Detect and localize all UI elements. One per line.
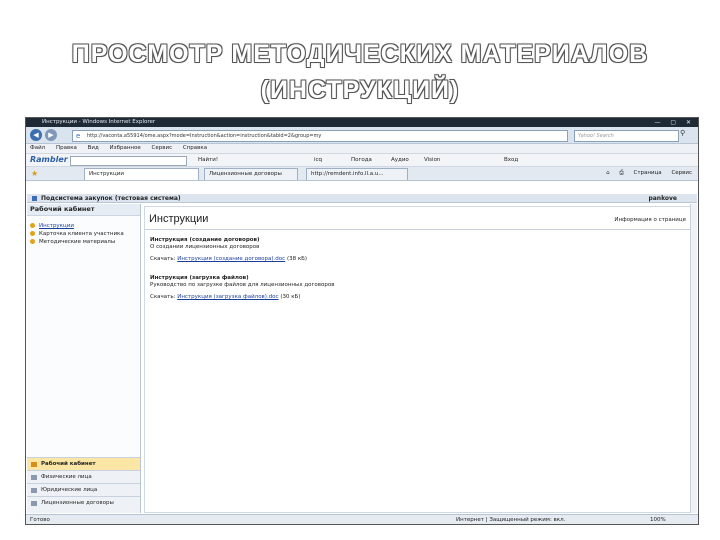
command-bar: ⌂ ⎙ Страница Сервис [598,167,692,180]
window-controls[interactable]: — ▢ ✕ [654,118,695,127]
info-icon [30,223,35,228]
sidebar-bottom-legal-entities[interactable]: Юридические лица [27,483,140,496]
system-title: Подсистема закупок (тестовая система) [41,195,181,202]
system-icon [32,196,37,201]
person-icon [31,475,37,480]
rambler-weather-button[interactable]: Погода [351,154,372,166]
building-icon [31,488,37,493]
slide-title-line2: (ИНСТРУКЦИЙ) [260,76,460,104]
scrollbar[interactable] [690,204,697,513]
home-icon[interactable]: ⌂ [606,170,610,176]
page-menu[interactable]: Страница [633,170,661,176]
sidebar-bottom-contracts[interactable]: Лицензионные договоры [27,496,140,513]
rambler-logo: Rambler [30,155,68,164]
download-row: Скачать: Инструкция (создание договора).… [150,256,307,263]
menu-edit[interactable]: Правка [56,145,77,151]
file-size: (30 кБ) [280,294,301,300]
instruction-entry: Инструкция (загрузка файлов) Руководство… [150,275,335,301]
sidebar-item-label: Карточка клиента участника [39,231,124,237]
menu-file[interactable]: Файл [30,145,45,151]
entry-heading: Инструкция (загрузка файлов) [150,275,249,281]
search-icon[interactable]: ⚲ [680,129,685,137]
rambler-toolbar: Rambler Найти! icq Погода Аудио Vision В… [26,154,698,167]
page-info-link[interactable]: Информация о странице [614,217,686,223]
download-row: Скачать: Инструкция (загрузка файлов).do… [150,294,335,301]
browser-window: Инструкции - Windows Internet Explorer —… [25,117,699,525]
tab-instructions[interactable]: Инструкции [84,168,199,180]
tab-license-contracts[interactable]: Лицензионные договоры [204,168,298,180]
address-row: ◀ ▶ e http://vaconta.a55914/ome.aspx?mod… [26,127,698,144]
ie-icon: e [76,132,81,140]
zoom-level[interactable]: 100% [650,515,666,524]
status-bar: Готово Интернет | Защищенный режим: вкл.… [26,514,698,524]
menu-help[interactable]: Справка [183,145,207,151]
rambler-vision-button[interactable]: Vision [424,154,440,166]
download-link[interactable]: Инструкция (загрузка файлов).doc [177,294,278,300]
menu-favorites[interactable]: Избранное [110,145,141,151]
rambler-find-button[interactable]: Найти! [198,154,218,166]
user-name[interactable]: pankove [648,194,677,203]
print-icon[interactable]: ⎙ [619,170,623,176]
page-title: Инструкции [149,213,209,225]
entry-description: О создании лицензионных договоров [150,244,260,250]
sidebar-item-materials[interactable]: Методические материалы [27,238,140,246]
entry-heading: Инструкция (создание договоров) [150,237,260,243]
sidebar: Рабочий кабинет Инструкции Карточка клие… [27,204,141,513]
tab-remdent[interactable]: http://remdent.info.ll.a.u... [306,168,408,180]
back-icon[interactable]: ◀ [30,129,42,141]
rambler-audio-button[interactable]: Аудио [391,154,409,166]
file-size: (38 кБ) [286,256,308,262]
workspace-icon [31,462,37,467]
rambler-search-input[interactable] [70,156,187,166]
sidebar-item-label: Методические материалы [39,239,116,245]
security-zone: Интернет | Защищенный режим: вкл. [456,517,566,523]
download-prefix: Скачать: [150,294,176,300]
sidebar-bottom-label: Юридические лица [41,487,98,493]
info-icon [30,239,35,244]
instruction-entry: Инструкция (создание договоров) О создан… [150,237,307,263]
address-bar[interactable]: e http://vaconta.a55914/ome.aspx?mode=In… [72,130,568,142]
sidebar-item-label: Инструкции [39,223,74,229]
favorites-star-icon[interactable]: ★ [31,167,38,180]
forward-icon[interactable]: ▶ [45,129,57,141]
sidebar-bottom-individuals[interactable]: Физические лица [27,470,140,483]
sidebar-bottom-label: Рабочий кабинет [41,461,96,467]
sidebar-item-client-card[interactable]: Карточка клиента участника [27,230,140,238]
menu-bar: Файл Правка Вид Избранное Сервис Справка [26,144,698,154]
tab-bar: ★ Инструкции Лицензионные договоры http:… [26,167,698,181]
slide-title-line1: ПРОСМОТР МЕТОДИЧЕСКИХ МАТЕРИАЛОВ [71,40,649,68]
main-panel: Инструкции Информация о странице Инструк… [144,206,691,513]
window-title: Инструкции - Windows Internet Explorer [42,119,156,125]
sidebar-bottom-workspace[interactable]: Рабочий кабинет [27,457,140,470]
download-prefix: Скачать: [150,256,176,262]
system-header: Подсистема закупок (тестовая система) pa… [27,194,697,203]
address-text: http://vaconta.a55914/ome.aspx?mode=Inst… [87,133,322,139]
menu-tools[interactable]: Сервис [152,145,173,151]
download-link[interactable]: Инструкция (создание договора).doc [177,256,285,262]
window-titlebar: Инструкции - Windows Internet Explorer —… [26,118,698,127]
search-input[interactable]: Yahoo! Search [574,130,679,142]
sidebar-bottom-label: Физические лица [41,474,92,480]
sidebar-item-instructions[interactable]: Инструкции [27,222,140,230]
document-icon [31,501,37,506]
status-text: Готово [30,517,50,523]
rambler-icq-button[interactable]: icq [314,154,322,166]
info-icon [30,231,35,236]
divider [145,229,690,230]
entry-description: Руководство по загрузке файлов для лицен… [150,282,335,288]
rambler-login-button[interactable]: Вход [504,154,518,166]
menu-view[interactable]: Вид [88,145,99,151]
tools-menu[interactable]: Сервис [671,170,692,176]
sidebar-bottom-label: Лицензионные договоры [41,500,114,506]
sidebar-header: Рабочий кабинет [27,204,140,216]
